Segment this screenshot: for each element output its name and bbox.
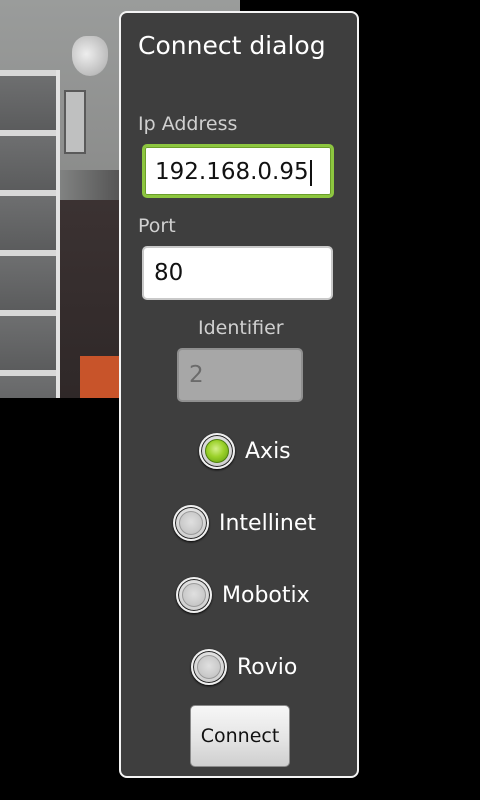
- ip-address-input[interactable]: 192.168.0.95: [142, 144, 334, 198]
- radio-option-intellinet[interactable]: Intellinet: [173, 501, 316, 545]
- radio-button-checked-icon[interactable]: [199, 433, 235, 469]
- radio-button-unchecked-icon[interactable]: [191, 649, 227, 685]
- ip-address-label: Ip Address: [138, 113, 238, 135]
- radio-label-axis: Axis: [245, 438, 291, 464]
- radio-option-rovio[interactable]: Rovio: [191, 645, 297, 689]
- ip-address-value: 192.168.0.95: [155, 159, 309, 185]
- radio-option-mobotix[interactable]: Mobotix: [176, 573, 310, 617]
- radio-label-mobotix: Mobotix: [222, 582, 310, 608]
- identifier-input: 2: [177, 348, 303, 402]
- connect-button[interactable]: Connect: [190, 705, 290, 767]
- radio-label-intellinet: Intellinet: [219, 510, 317, 536]
- radio-button-unchecked-icon[interactable]: [173, 505, 209, 541]
- text-cursor: [309, 159, 312, 186]
- port-label: Port: [138, 215, 176, 237]
- identifier-label: Identifier: [198, 317, 284, 339]
- dialog-title: Connect dialog: [138, 31, 326, 60]
- port-input[interactable]: 80: [142, 246, 333, 300]
- connect-dialog: Connect dialog Ip Address 192.168.0.95 P…: [119, 11, 359, 778]
- radio-label-rovio: Rovio: [237, 654, 298, 680]
- port-value: 80: [154, 260, 184, 286]
- radio-option-axis[interactable]: Axis: [199, 429, 291, 473]
- radio-button-unchecked-icon[interactable]: [176, 577, 212, 613]
- camera-feed-bookshelf: [0, 70, 60, 398]
- camera-feed-lamp: [72, 36, 108, 76]
- identifier-value: 2: [189, 362, 204, 388]
- camera-feed-picture-frame: [64, 90, 86, 154]
- screen: Connect dialog Ip Address 192.168.0.95 P…: [0, 0, 480, 800]
